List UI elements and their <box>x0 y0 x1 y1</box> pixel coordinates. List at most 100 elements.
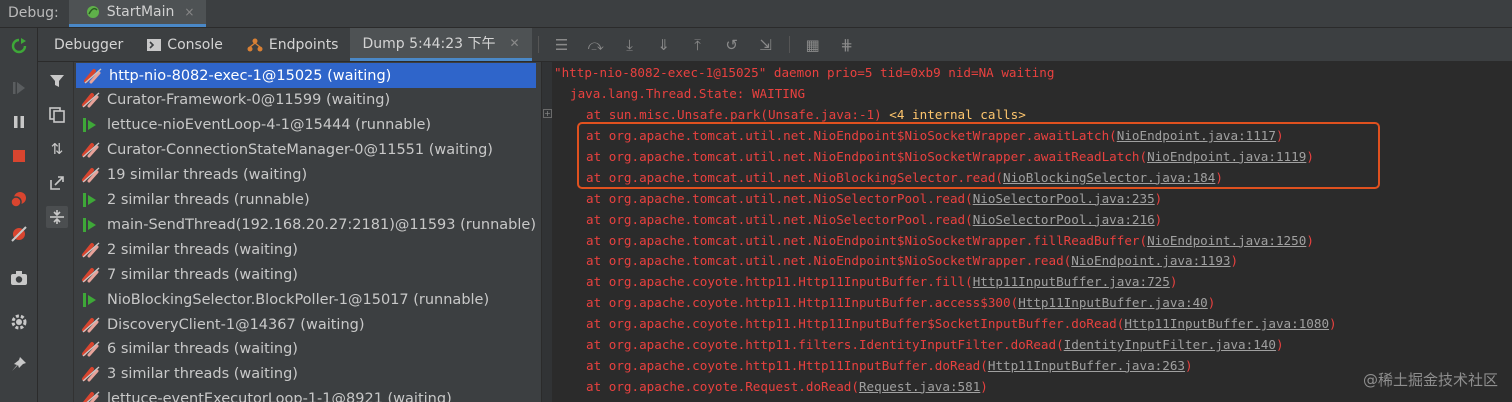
endpoints-icon <box>247 38 263 51</box>
thread-row[interactable]: 2 similar threads (waiting) <box>74 237 541 262</box>
stack-frame: at org.apache.coyote.http11.Http11InputB… <box>586 316 1337 332</box>
debug-actions-toolbar <box>0 28 38 402</box>
spring-bug-icon <box>86 6 99 18</box>
thread-row[interactable]: 19 similar threads (waiting) <box>74 163 541 188</box>
filter-icon[interactable] <box>46 70 68 92</box>
thread-row[interactable]: NioBlockingSelector.BlockPoller-1@15017 … <box>74 287 541 312</box>
thread-label: lettuce-eventExecutorLoop-1-1@8921 (wait… <box>107 391 452 402</box>
thread-waiting-icon <box>84 67 102 84</box>
source-link[interactable]: Http11InputBuffer.java:40 <box>1018 295 1208 310</box>
thread-waiting-icon <box>83 391 100 402</box>
source-link[interactable]: NioBlockingSelector.java:184 <box>1003 170 1215 185</box>
console-icon <box>147 38 162 51</box>
step-over-icon[interactable]: ⤼ <box>579 28 613 61</box>
stack-frame: at org.apache.tomcat.util.net.NioSelecto… <box>586 190 1163 206</box>
thread-waiting-icon <box>82 142 100 158</box>
thread-label: 6 similar threads (waiting) <box>107 341 298 358</box>
thread-row[interactable]: 2 similar threads (runnable) <box>74 188 541 213</box>
thread-row[interactable]: 7 similar threads (waiting) <box>74 262 541 287</box>
toolbar-divider <box>788 36 790 53</box>
thread-label: DiscoveryClient-1@14367 (waiting) <box>107 316 365 333</box>
source-link[interactable]: NioSelectorPool.java:235 <box>973 191 1155 206</box>
evaluate-expression-icon[interactable]: ▦ <box>796 28 830 61</box>
tab-endpoints[interactable]: Endpoints <box>235 28 351 61</box>
step-into-icon[interactable]: ⤓ <box>613 28 647 61</box>
thread-label: Curator-Framework-0@11599 (waiting) <box>107 92 391 109</box>
internal-calls-link[interactable]: <4 internal calls> <box>889 107 1025 122</box>
export-icon[interactable] <box>46 172 68 194</box>
source-link[interactable]: NioEndpoint.java:1250 <box>1147 233 1306 248</box>
dump-header: "http-nio-8082-exec-1@15025" daemon prio… <box>554 65 1055 80</box>
toolbar-divider <box>537 36 539 53</box>
pin-icon[interactable] <box>9 354 29 374</box>
source-link[interactable]: Http11InputBuffer.java:263 <box>988 358 1185 373</box>
stop-icon[interactable] <box>9 146 29 166</box>
source-link[interactable]: NioEndpoint.java:1193 <box>1071 253 1230 268</box>
resume-icon[interactable] <box>9 78 29 98</box>
mute-breakpoints-icon[interactable] <box>9 224 29 244</box>
merge-similar-icon[interactable] <box>46 206 68 228</box>
stack-frame: at org.apache.coyote.http11.Http11InputB… <box>586 274 1178 290</box>
settings-gear-icon[interactable] <box>9 312 29 332</box>
thread-waiting-icon <box>82 316 100 333</box>
thread-row[interactable]: lettuce-eventExecutorLoop-1-1@8921 (wait… <box>74 387 541 402</box>
run-to-cursor-icon[interactable]: ⇲ <box>749 28 783 61</box>
source-link[interactable]: Http11InputBuffer.java:1080 <box>1124 316 1329 331</box>
thread-label: main-SendThread(192.168.20.27:2181)@1159… <box>107 216 536 233</box>
thread-row[interactable]: main-SendThread(192.168.20.27:2181)@1159… <box>74 212 541 237</box>
source-link[interactable]: NioSelectorPool.java:216 <box>973 212 1155 227</box>
source-link[interactable]: Request.java:581 <box>859 379 980 394</box>
source-link[interactable]: NioEndpoint.java:1119 <box>1147 149 1306 164</box>
debug-toolwindow-header: Debug: StartMain × <box>0 0 1512 28</box>
force-step-into-icon[interactable]: ⇓ <box>647 28 681 61</box>
stack-frame: at org.apache.coyote.http11.Http11InputB… <box>586 357 1193 373</box>
thread-state-line: java.lang.Thread.State: WAITING <box>570 86 806 101</box>
thread-waiting-icon <box>82 341 100 357</box>
watermark: @稀土掘金技术社区 <box>1362 371 1498 389</box>
stack-frame: at org.apache.tomcat.util.net.NioEndpoin… <box>586 232 1314 248</box>
source-link[interactable]: IdentityInputFilter.java:140 <box>1064 337 1276 352</box>
fold-toggle-icon[interactable]: + <box>543 109 552 118</box>
camera-icon[interactable] <box>9 268 29 288</box>
stack-frame: at org.apache.tomcat.util.net.NioEndpoin… <box>586 148 1314 164</box>
run-config-tab[interactable]: StartMain × <box>68 0 207 27</box>
thread-row[interactable]: 6 similar threads (waiting) <box>74 337 541 362</box>
thread-label: Curator-ConnectionStateManager-0@11551 (… <box>107 142 493 159</box>
thread-waiting-icon <box>82 366 100 382</box>
thread-row[interactable]: http-nio-8082-exec-1@15025 (waiting) <box>76 63 536 88</box>
thread-label: http-nio-8082-exec-1@15025 (waiting) <box>109 67 392 84</box>
stack-frame: at org.apache.tomcat.util.net.NioEndpoin… <box>586 128 1284 143</box>
debug-label: Debug: <box>8 5 59 21</box>
thread-runnable-icon <box>83 217 96 232</box>
close-icon[interactable]: ✕ <box>510 36 520 50</box>
tab-console[interactable]: Console <box>135 28 235 61</box>
stack-frame: at org.apache.tomcat.util.net.NioEndpoin… <box>586 253 1239 269</box>
menu-lines-icon[interactable]: ☰ <box>545 28 579 61</box>
thread-row[interactable]: Curator-Framework-0@11599 (waiting) <box>74 88 541 113</box>
thread-row[interactable]: 3 similar threads (waiting) <box>74 362 541 387</box>
tab-dump[interactable]: Dump 5:44:23 下午 ✕ <box>350 28 532 61</box>
close-icon[interactable]: × <box>184 5 194 19</box>
thread-label: 2 similar threads (waiting) <box>107 241 298 258</box>
pause-icon[interactable] <box>9 112 29 132</box>
step-out-icon[interactable]: ⤒ <box>681 28 715 61</box>
thread-runnable-icon <box>83 193 96 207</box>
thread-row[interactable]: lettuce-nioEventLoop-4-1@15444 (runnable… <box>74 113 541 138</box>
stack-frame: at org.apache.coyote.http11.filters.Iden… <box>586 337 1284 352</box>
thread-row[interactable]: DiscoveryClient-1@14367 (waiting) <box>74 312 541 337</box>
rerun-icon[interactable] <box>9 36 29 56</box>
thread-dump-pane: + "http-nio-8082-exec-1@15025" daemon pr… <box>542 62 1512 402</box>
drop-frame-icon[interactable]: ↺ <box>715 28 749 61</box>
copy-stack-icon[interactable] <box>46 104 68 126</box>
view-breakpoints-icon[interactable] <box>9 190 29 210</box>
thread-list: http-nio-8082-exec-1@15025 (waiting) Cura… <box>74 62 542 402</box>
sort-icon[interactable]: ⇅ <box>46 138 68 160</box>
thread-label: 19 similar threads (waiting) <box>107 167 308 184</box>
source-link[interactable]: Http11InputBuffer.java:725 <box>973 274 1170 289</box>
thread-label: lettuce-nioEventLoop-4-1@15444 (runnable… <box>107 117 432 134</box>
tab-debugger[interactable]: Debugger <box>38 28 135 61</box>
thread-row[interactable]: Curator-ConnectionStateManager-0@11551 (… <box>74 138 541 163</box>
source-link[interactable]: NioEndpoint.java:1117 <box>1117 128 1276 143</box>
trace-icon[interactable]: ⋕ <box>830 28 864 61</box>
debug-tabs: Debugger Console Endpoints Dump 5:44:23 … <box>38 28 1512 62</box>
